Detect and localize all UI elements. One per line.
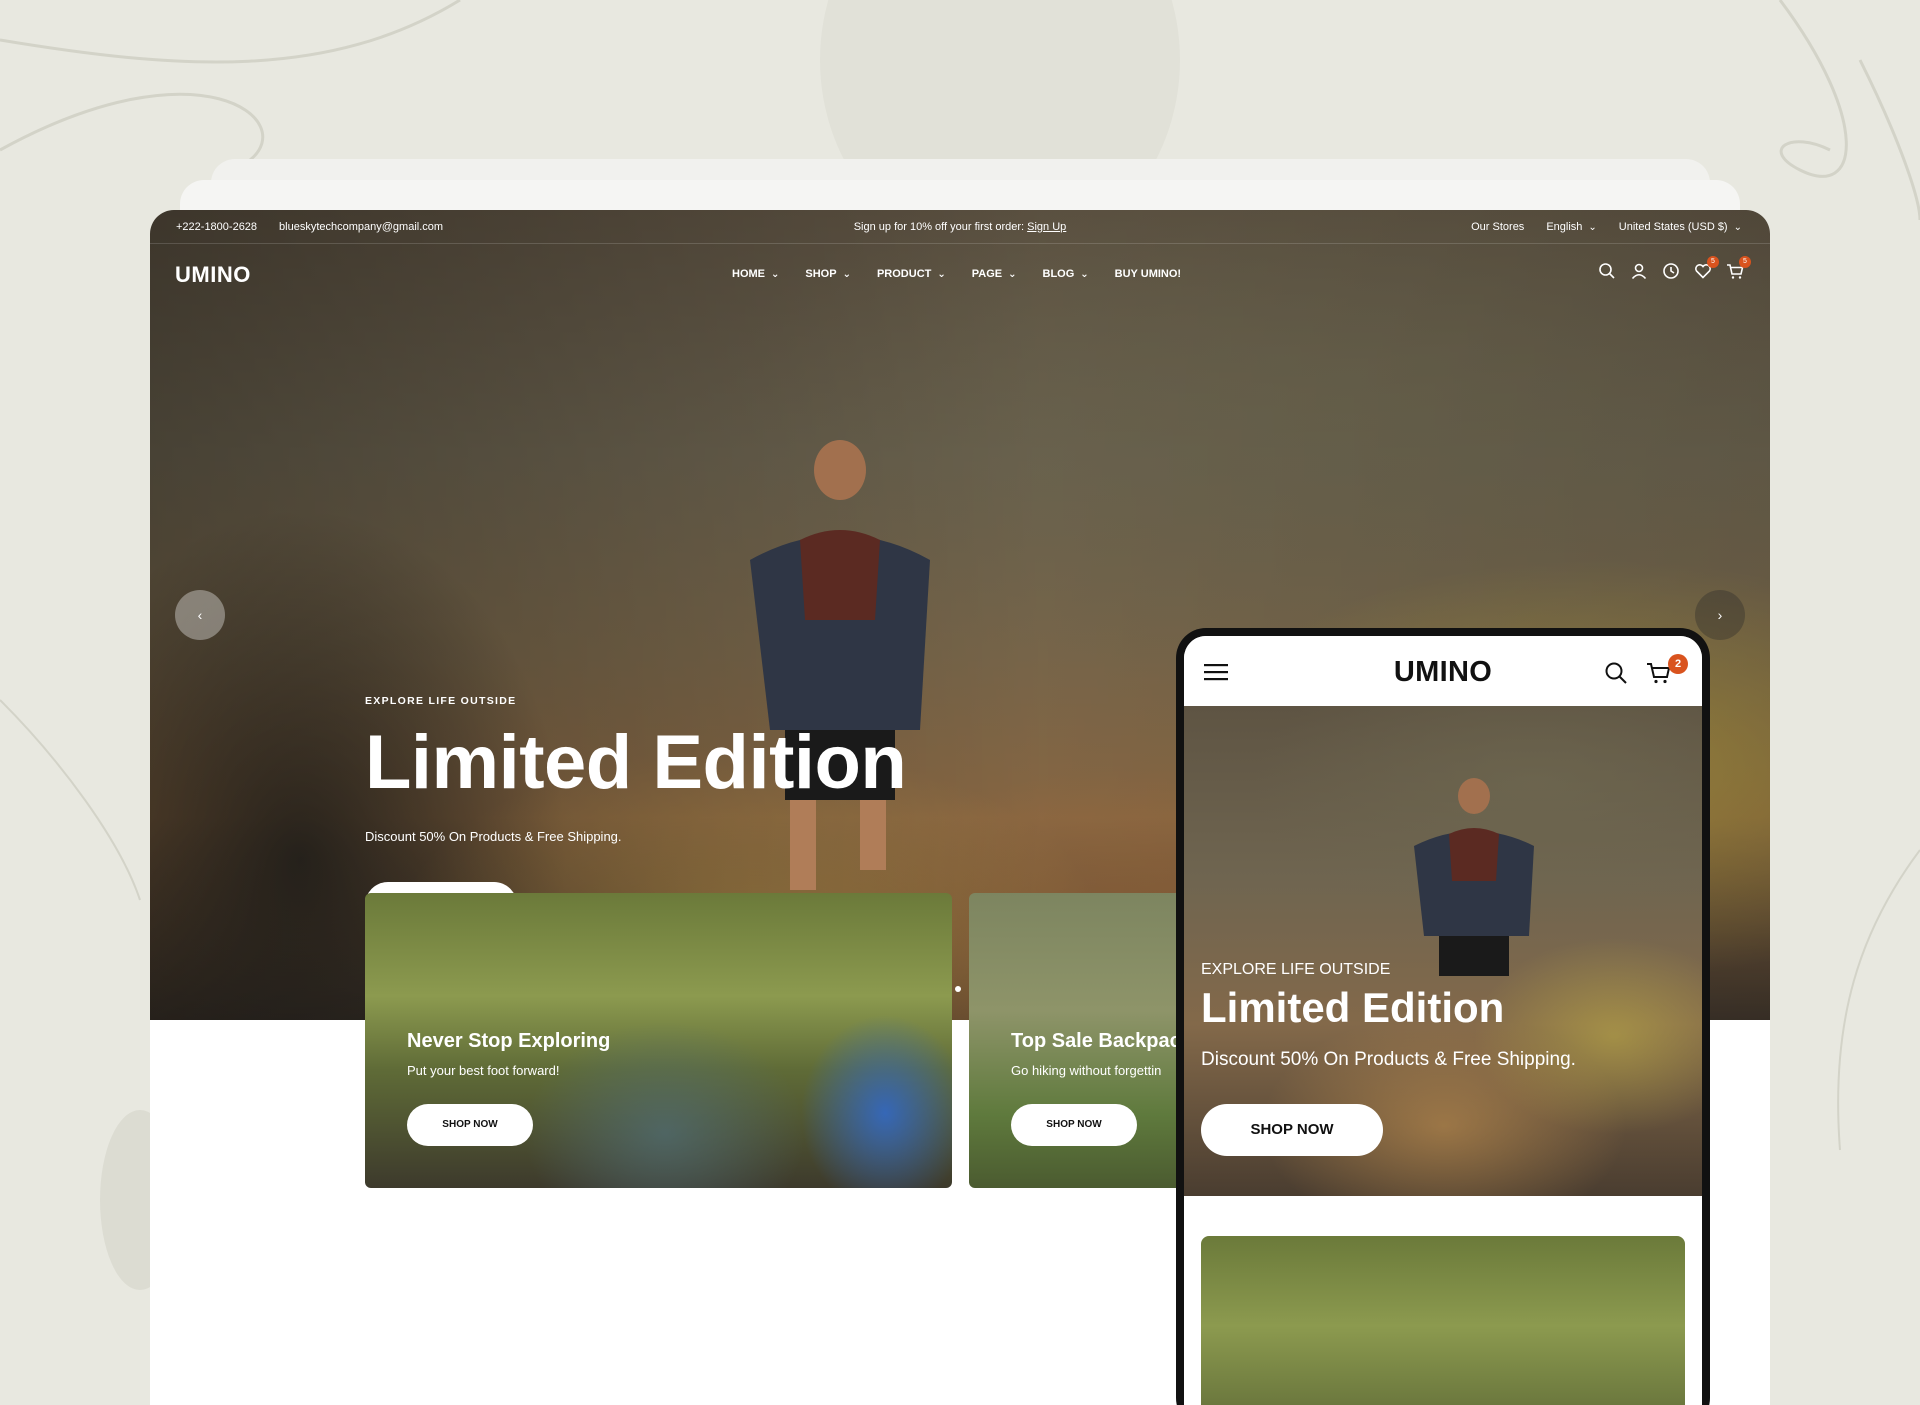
mobile-hero-shop-now-button[interactable]: SHOP NOW	[1201, 1104, 1383, 1156]
top-bar: +222-1800-2628 blueskytechcompany@gmail.…	[150, 210, 1770, 244]
runner-figure	[1414, 778, 1534, 976]
nav-home[interactable]: HOME	[732, 268, 779, 280]
search-icon[interactable]	[1604, 661, 1628, 685]
hero-eyebrow: EXPLORE LIFE OUTSIDE	[1201, 961, 1391, 978]
our-stores-link[interactable]: Our Stores	[1471, 221, 1524, 233]
search-icon[interactable]	[1598, 262, 1616, 280]
nav-buy[interactable]: BUY UMINO!	[1115, 268, 1181, 280]
nav-product[interactable]: PRODUCT	[877, 268, 946, 280]
currency-select[interactable]: United States (USD $)	[1619, 221, 1742, 233]
main-navbar: UMINO HOME SHOP PRODUCT PAGE BLOG BUY UM…	[150, 244, 1770, 304]
card-title: Top Sale Backpac	[1011, 1030, 1181, 1052]
mobile-screen: UMINO 2 EXPLORE LIFE OUTSIDE Limited Edi…	[1184, 636, 1702, 1405]
mobile-header: UMINO 2	[1184, 636, 1702, 706]
nav-blog[interactable]: BLOG	[1043, 268, 1089, 280]
chevron-right-icon: ›	[1717, 607, 1723, 623]
hero-title: Limited Edition	[1201, 984, 1505, 1031]
clock-icon[interactable]	[1662, 262, 1680, 280]
nav-shop[interactable]: SHOP	[805, 268, 851, 280]
slider-dot-active[interactable]	[955, 986, 961, 992]
nav-page[interactable]: PAGE	[972, 268, 1017, 280]
user-icon[interactable]	[1630, 262, 1648, 280]
cart-button[interactable]: 5	[1726, 256, 1751, 280]
mobile-hero-banner: EXPLORE LIFE OUTSIDE Limited Edition Dis…	[1184, 706, 1702, 1196]
mobile-cart-count-badge: 2	[1668, 654, 1688, 674]
card-subtitle: Put your best foot forward!	[407, 1063, 560, 1078]
mobile-preview: UMINO 2 EXPLORE LIFE OUTSIDE Limited Edi…	[1176, 628, 1710, 1405]
promo-text: Sign up for 10% off your first order:	[853, 221, 1025, 233]
language-select[interactable]: English	[1546, 221, 1596, 233]
card-title: Never Stop Exploring	[407, 1030, 611, 1052]
chevron-left-icon: ‹	[197, 607, 203, 623]
wishlist-count-badge: 5	[1707, 256, 1719, 268]
hero-title: Limited Edition	[365, 720, 907, 805]
card-subtitle: Go hiking without forgettin	[1011, 1063, 1162, 1078]
cart-count-badge: 5	[1739, 256, 1751, 268]
card-shop-now-button[interactable]: SHOP NOW	[407, 1104, 533, 1146]
slider-prev-button[interactable]: ‹	[175, 590, 225, 640]
mobile-hero-content: EXPLORE LIFE OUTSIDE Limited Edition Dis…	[1201, 961, 1576, 1156]
hero-eyebrow: EXPLORE LIFE OUTSIDE	[365, 695, 517, 707]
brand-logo[interactable]: UMINO	[175, 262, 251, 288]
mobile-promo-card[interactable]	[1201, 1236, 1685, 1405]
wishlist-button[interactable]: 5	[1694, 256, 1719, 280]
card-shop-now-button[interactable]: SHOP NOW	[1011, 1104, 1137, 1146]
signup-link[interactable]: Sign Up	[1027, 221, 1066, 233]
slider-next-button[interactable]: ›	[1695, 590, 1745, 640]
hero-subtitle: Discount 50% On Products & Free Shipping…	[1201, 1049, 1576, 1070]
promo-card-exploring[interactable]: Never Stop Exploring Put your best foot …	[365, 893, 952, 1188]
hero-subtitle: Discount 50% On Products & Free Shipping…	[365, 829, 622, 844]
